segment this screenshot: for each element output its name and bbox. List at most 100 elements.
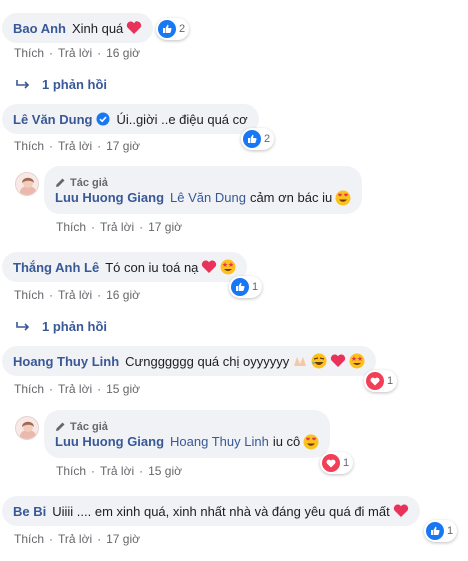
reply-actions: Thích · Trả lời · 15 giờ — [56, 464, 182, 478]
timestamp[interactable]: 17 giờ — [106, 139, 140, 153]
like-icon — [158, 20, 176, 38]
comment-text: Úi..giời ..e điệu quá cơ — [116, 111, 248, 127]
reaction-number: 2 — [179, 23, 186, 35]
comment-bubble: Bao Anh Xinh quá — [2, 13, 154, 43]
love-icon — [366, 372, 384, 390]
reply-link[interactable]: Trả lời — [58, 532, 92, 546]
comment-author[interactable]: Thắng Anh Lê — [13, 260, 99, 275]
reaction-number: 1 — [252, 281, 259, 293]
separator: · — [97, 288, 102, 302]
separator: · — [97, 46, 102, 60]
like-link[interactable]: Thích — [14, 46, 44, 60]
comment-author[interactable]: Be Bi — [13, 504, 46, 519]
pencil-icon — [56, 178, 65, 187]
pencil-icon — [56, 422, 65, 431]
reaction-number: 2 — [264, 133, 271, 145]
timestamp[interactable]: 17 giờ — [106, 532, 140, 546]
reaction-count[interactable]: 2 — [241, 128, 275, 150]
like-icon — [426, 522, 444, 540]
heart-emoji — [393, 504, 408, 517]
timestamp[interactable]: 16 giờ — [106, 46, 140, 60]
reply-text: cảm ơn bác iu — [249, 190, 333, 205]
like-link[interactable]: Thích — [14, 139, 44, 153]
reply-count-label: 1 phản hồi — [42, 77, 107, 92]
comment-actions: Thích · Trả lời · 16 giờ — [14, 288, 140, 302]
reply-bubble: Tác giả Luu Huong Giang Lê Văn Dung cảm … — [44, 166, 363, 214]
like-icon — [231, 278, 249, 296]
timestamp[interactable]: 16 giờ — [106, 288, 140, 302]
separator: · — [139, 464, 144, 478]
comment-actions: Thích · Trả lời · 15 giờ — [14, 382, 140, 396]
reaction-number: 1 — [447, 525, 454, 537]
smiling-hearts-emoji — [127, 21, 142, 34]
timestamp[interactable]: 17 giờ — [148, 220, 182, 234]
like-icon — [243, 130, 261, 148]
like-link[interactable]: Thích — [14, 382, 44, 396]
love-icon — [322, 454, 340, 472]
like-link[interactable]: Thích — [14, 288, 44, 302]
separator: · — [91, 464, 96, 478]
view-replies-button[interactable]: 1 phản hồi — [16, 77, 107, 92]
separator: · — [49, 532, 54, 546]
reply-author[interactable]: Luu Huong Giang — [55, 190, 164, 205]
reply-link[interactable]: Trả lời — [58, 46, 92, 60]
comment-author[interactable]: Bao Anh — [13, 21, 66, 36]
reaction-number: 1 — [343, 457, 350, 469]
like-link[interactable]: Thích — [56, 464, 86, 478]
reply-author[interactable]: Luu Huong Giang — [55, 434, 164, 449]
comment-author[interactable]: Lê Văn Dung — [13, 112, 92, 127]
comment-text: Cưngggggg quá chị oyyyyyy — [125, 353, 290, 369]
like-link[interactable]: Thích — [56, 220, 86, 234]
reaction-count[interactable]: 1 — [424, 520, 458, 542]
smiling-hearts-emoji — [202, 260, 217, 273]
author-badge: Tác giả — [55, 177, 108, 189]
heart-eyes-emoji — [303, 434, 319, 449]
star-struck-emoji — [349, 353, 365, 369]
separator: · — [97, 532, 102, 546]
reaction-count[interactable]: 1 — [320, 452, 354, 474]
reply-link[interactable]: Trả lời — [100, 464, 134, 478]
star-struck-emoji — [220, 259, 236, 275]
author-badge-label: Tác giả — [70, 176, 108, 189]
timestamp[interactable]: 15 giờ — [148, 464, 182, 478]
pray-emoji — [294, 357, 307, 366]
separator: · — [91, 220, 96, 234]
separator: · — [49, 382, 54, 396]
mention[interactable]: Lê Văn Dung — [170, 190, 246, 205]
avatar[interactable] — [15, 416, 39, 440]
comment-actions: Thích · Trả lời · 17 giờ — [14, 139, 140, 153]
reply-arrow-icon — [16, 79, 30, 89]
reaction-number: 1 — [387, 375, 394, 387]
reaction-count[interactable]: 2 — [156, 18, 190, 40]
reply-link[interactable]: Trả lời — [58, 288, 92, 302]
avatar[interactable] — [15, 172, 39, 196]
comment-bubble: Be Bi Uiiii .... em xinh quá, xinh nhất … — [2, 496, 420, 526]
mention[interactable]: Hoang Thuy Linh — [170, 434, 269, 449]
comment-text: Tó con iu toá nạ — [105, 259, 199, 275]
reply-count-label: 1 phản hồi — [42, 319, 107, 334]
reply-link[interactable]: Trả lời — [100, 220, 134, 234]
reply-link[interactable]: Trả lời — [58, 382, 92, 396]
separator: · — [97, 382, 102, 396]
separator: · — [49, 139, 54, 153]
reaction-count[interactable]: 1 — [229, 276, 263, 298]
reply-arrow-icon — [16, 321, 30, 331]
reply-bubble: Tác giả Luu Huong Giang Hoang Thuy Linh … — [44, 410, 331, 458]
timestamp[interactable]: 15 giờ — [106, 382, 140, 396]
reply-text: iu cô — [272, 434, 301, 449]
verified-badge-icon — [96, 112, 110, 126]
heart-eyes-emoji — [335, 190, 351, 205]
separator: · — [139, 220, 144, 234]
reply-link[interactable]: Trả lời — [58, 139, 92, 153]
comment-bubble: Thắng Anh Lê Tó con iu toá nạ — [2, 252, 248, 282]
view-replies-button[interactable]: 1 phản hồi — [16, 319, 107, 334]
separator: · — [49, 288, 54, 302]
author-badge-label: Tác giả — [70, 420, 108, 433]
author-badge: Tác giả — [55, 421, 108, 433]
comment-author[interactable]: Hoang Thuy Linh — [13, 354, 119, 369]
separator: · — [97, 139, 102, 153]
heart-emoji — [331, 354, 346, 367]
like-link[interactable]: Thích — [14, 532, 44, 546]
reaction-count[interactable]: 1 — [364, 370, 398, 392]
separator: · — [49, 46, 54, 60]
